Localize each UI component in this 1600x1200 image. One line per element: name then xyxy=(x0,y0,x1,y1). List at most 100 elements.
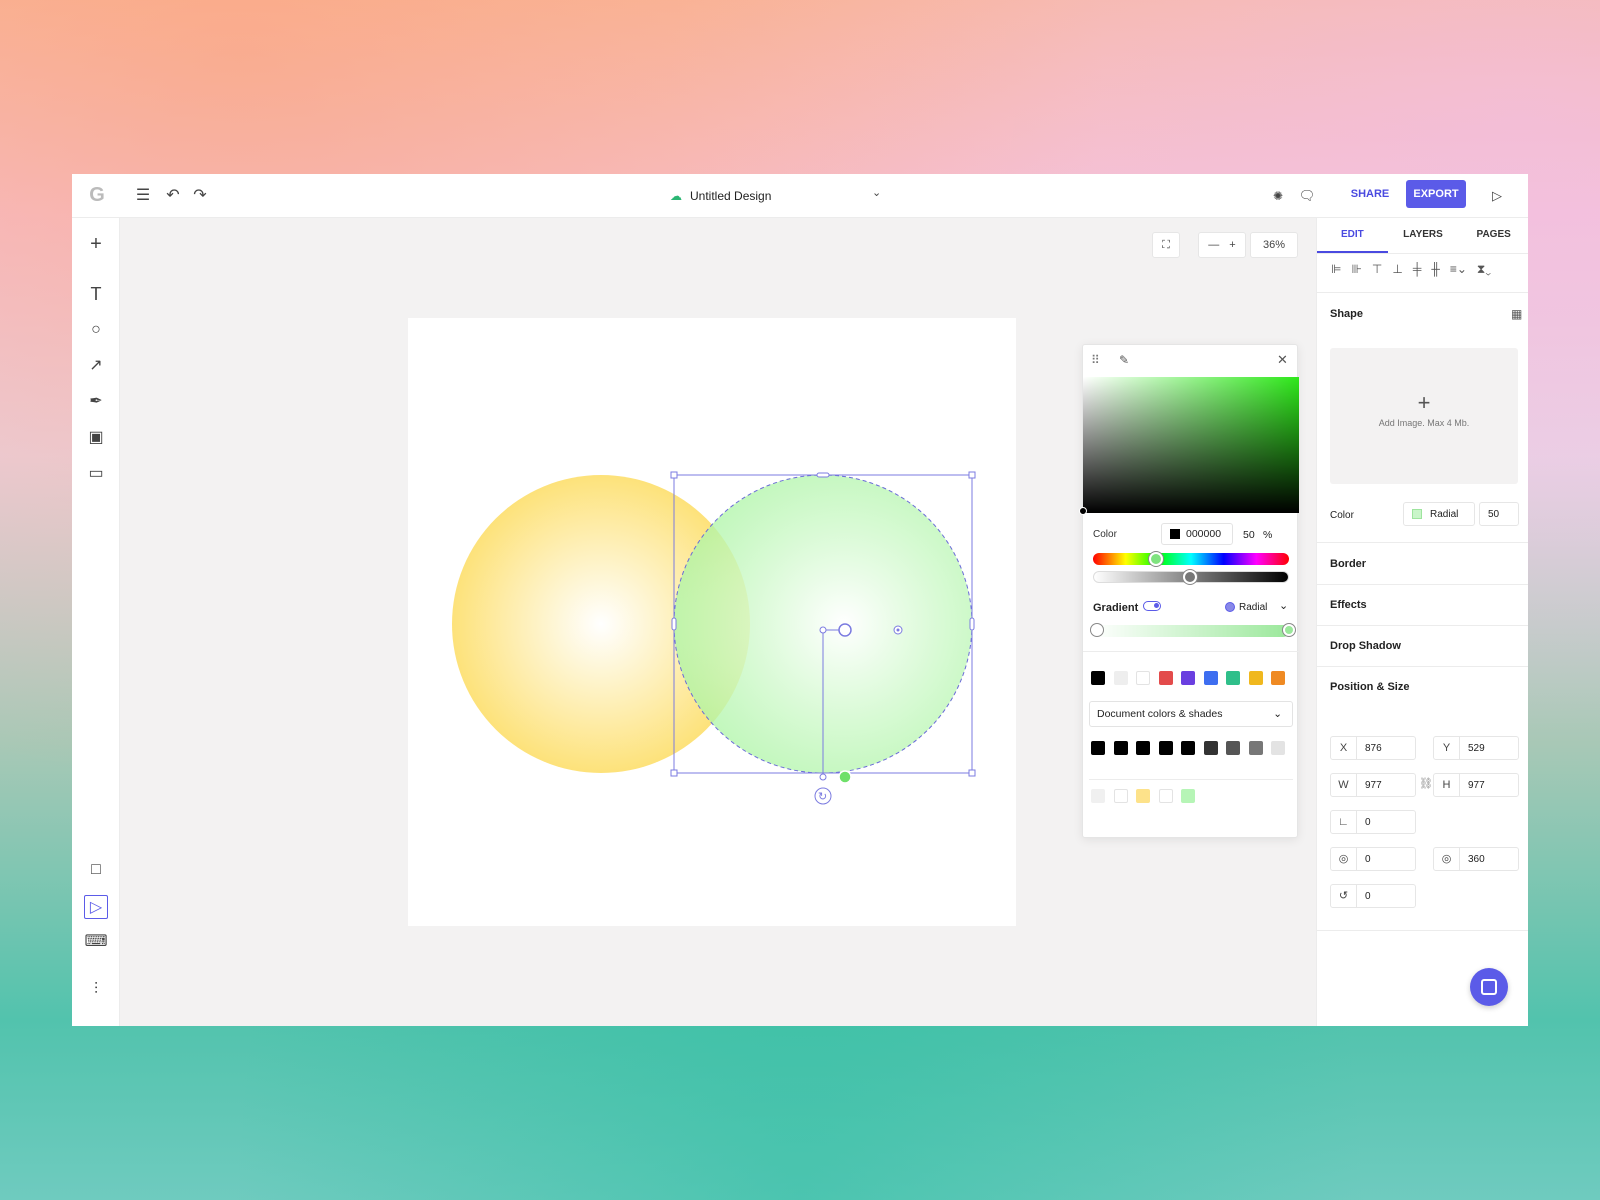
sv-cursor[interactable] xyxy=(1079,507,1087,515)
doc-colors-dropdown[interactable]: Document colors & shades ⌄ xyxy=(1089,701,1293,727)
align-top-icon[interactable]: ⊤ xyxy=(1372,262,1382,277)
keyboard-icon[interactable]: ⌨ xyxy=(84,930,108,954)
add-icon[interactable]: + xyxy=(84,232,108,256)
fill-opacity-input[interactable]: 50 xyxy=(1479,502,1519,526)
gradient-center-handle[interactable] xyxy=(838,623,852,637)
border-section-label[interactable]: Border xyxy=(1330,558,1366,570)
color-swatch[interactable] xyxy=(1091,789,1105,803)
y-input[interactable]: Y 529 xyxy=(1433,736,1519,760)
drop-shadow-section-label[interactable]: Drop Shadow xyxy=(1330,640,1401,652)
h-input[interactable]: H 977 xyxy=(1433,773,1519,797)
link-dimensions-icon[interactable]: ⛓ xyxy=(1419,777,1433,790)
artboard[interactable]: ↻ xyxy=(408,318,1016,926)
share-button[interactable]: SHARE xyxy=(1344,180,1396,208)
undo-icon[interactable]: ↶ xyxy=(163,186,183,206)
color-swatch[interactable] xyxy=(1091,671,1105,685)
gradient-toggle[interactable] xyxy=(1143,601,1161,611)
alpha-slider-knob[interactable] xyxy=(1183,570,1197,584)
color-swatch[interactable] xyxy=(1158,741,1173,755)
export-button[interactable]: EXPORT xyxy=(1406,180,1466,208)
color-swatch[interactable] xyxy=(1203,671,1218,685)
add-image-dropzone[interactable]: + Add Image. Max 4 Mb. xyxy=(1330,348,1518,484)
resize-handle-top[interactable] xyxy=(816,472,830,478)
menu-icon[interactable]: ☰ xyxy=(133,186,153,206)
rotation-input[interactable]: ↺ 0 xyxy=(1330,884,1416,908)
color-swatch[interactable] xyxy=(1158,671,1173,685)
resize-handle-br[interactable] xyxy=(968,769,976,777)
color-swatch[interactable] xyxy=(1271,671,1285,685)
pen-tool-icon[interactable]: ✒ xyxy=(84,390,108,414)
gradient-type-select[interactable]: Radial xyxy=(1239,602,1267,613)
opacity-value[interactable]: 50 xyxy=(1243,529,1255,541)
comment-icon[interactable]: 🗨 xyxy=(1297,186,1317,206)
align-left-icon[interactable]: ⊫ xyxy=(1331,262,1341,277)
frame-tool-icon[interactable]: □ xyxy=(84,858,108,882)
color-swatch[interactable] xyxy=(1113,671,1128,685)
color-swatch[interactable] xyxy=(1203,741,1218,755)
theme-icon[interactable]: ✺ xyxy=(1268,186,1288,206)
color-swatch[interactable] xyxy=(1113,789,1128,803)
arc-start-input[interactable]: ◎ 0 xyxy=(1330,847,1416,871)
resize-handle-bl[interactable] xyxy=(670,769,678,777)
color-swatch[interactable] xyxy=(1091,741,1105,755)
zoom-out-icon[interactable]: — xyxy=(1208,239,1219,251)
hue-slider[interactable] xyxy=(1093,553,1289,565)
w-input[interactable]: W 977 xyxy=(1330,773,1416,797)
x-input[interactable]: X 876 xyxy=(1330,736,1416,760)
eyedropper-icon[interactable]: ✎ xyxy=(1119,353,1129,367)
resize-handle-tr[interactable] xyxy=(968,471,976,479)
gradient-stops-bar[interactable] xyxy=(1093,625,1289,637)
fill-type-select[interactable]: Radial xyxy=(1403,502,1475,526)
color-swatch[interactable] xyxy=(1113,741,1128,755)
color-swatch[interactable] xyxy=(1136,789,1150,803)
resize-handle-right[interactable] xyxy=(969,617,975,631)
transparency-grid-icon[interactable]: ▦ xyxy=(1511,307,1522,321)
shape-tool-icon[interactable]: ○ xyxy=(84,318,108,342)
align-center-h-icon[interactable]: ╫ xyxy=(1431,262,1440,277)
zoom-in-icon[interactable]: + xyxy=(1229,239,1235,251)
arrow-tool-icon[interactable]: ↗ xyxy=(84,354,108,378)
color-swatch[interactable] xyxy=(1226,741,1240,755)
color-swatch[interactable] xyxy=(1158,789,1173,803)
select-tool-icon[interactable]: ▷ xyxy=(84,895,108,919)
component-tool-icon[interactable]: ▭ xyxy=(84,462,108,486)
corner-radius-input[interactable]: ∟ 0 xyxy=(1330,810,1416,834)
gradient-type-chevron-icon[interactable]: ⌄ xyxy=(1279,599,1288,612)
arc-end-input[interactable]: ◎ 360 xyxy=(1433,847,1519,871)
drag-handle-icon[interactable]: ⠿ xyxy=(1091,353,1100,367)
color-swatch[interactable] xyxy=(1181,741,1195,755)
chevron-down-icon[interactable]: ⌄ xyxy=(872,186,881,199)
color-swatch[interactable] xyxy=(1271,741,1285,755)
saturation-value-area[interactable] xyxy=(1083,377,1299,513)
hue-slider-knob[interactable] xyxy=(1149,552,1163,566)
color-swatch[interactable] xyxy=(1136,741,1150,755)
text-tool-icon[interactable]: T xyxy=(84,282,108,306)
gradient-stop-start[interactable] xyxy=(1091,624,1103,636)
gradient-end-handle[interactable] xyxy=(838,770,852,784)
redo-icon[interactable]: ↷ xyxy=(190,186,210,206)
settings-sliders-icon[interactable]: ⫶ xyxy=(84,978,108,1002)
hex-input[interactable]: 000000 xyxy=(1161,523,1233,545)
align-bottom-icon[interactable]: ⊥ xyxy=(1392,262,1402,277)
color-swatch[interactable] xyxy=(1136,671,1150,685)
color-swatch[interactable] xyxy=(1248,741,1263,755)
resize-handle-left[interactable] xyxy=(671,617,677,631)
distribute-more-icon[interactable]: ⧗⌄ xyxy=(1477,262,1491,277)
distribute-icon[interactable]: ≡⌄ xyxy=(1450,262,1467,277)
play-icon[interactable]: ▷ xyxy=(1487,186,1507,206)
align-center-v-icon[interactable]: ╪ xyxy=(1413,262,1422,277)
color-swatch[interactable] xyxy=(1181,671,1195,685)
align-right-icon[interactable]: ⊪ xyxy=(1351,262,1361,277)
gradient-origin-handle[interactable] xyxy=(819,626,827,634)
color-swatch[interactable] xyxy=(1226,671,1240,685)
gradient-bottom-handle[interactable] xyxy=(819,773,827,781)
color-swatch[interactable] xyxy=(1248,671,1263,685)
tab-edit[interactable]: EDIT xyxy=(1317,218,1388,253)
close-icon[interactable]: ✕ xyxy=(1277,352,1288,368)
effects-section-label[interactable]: Effects xyxy=(1330,599,1367,611)
fit-screen-button[interactable]: ⛶ xyxy=(1152,232,1180,258)
color-swatch[interactable] xyxy=(1181,789,1195,803)
tab-pages[interactable]: PAGES xyxy=(1458,218,1528,253)
chat-support-button[interactable] xyxy=(1470,968,1508,1006)
document-title[interactable]: ☁ Untitled Design xyxy=(670,186,771,206)
